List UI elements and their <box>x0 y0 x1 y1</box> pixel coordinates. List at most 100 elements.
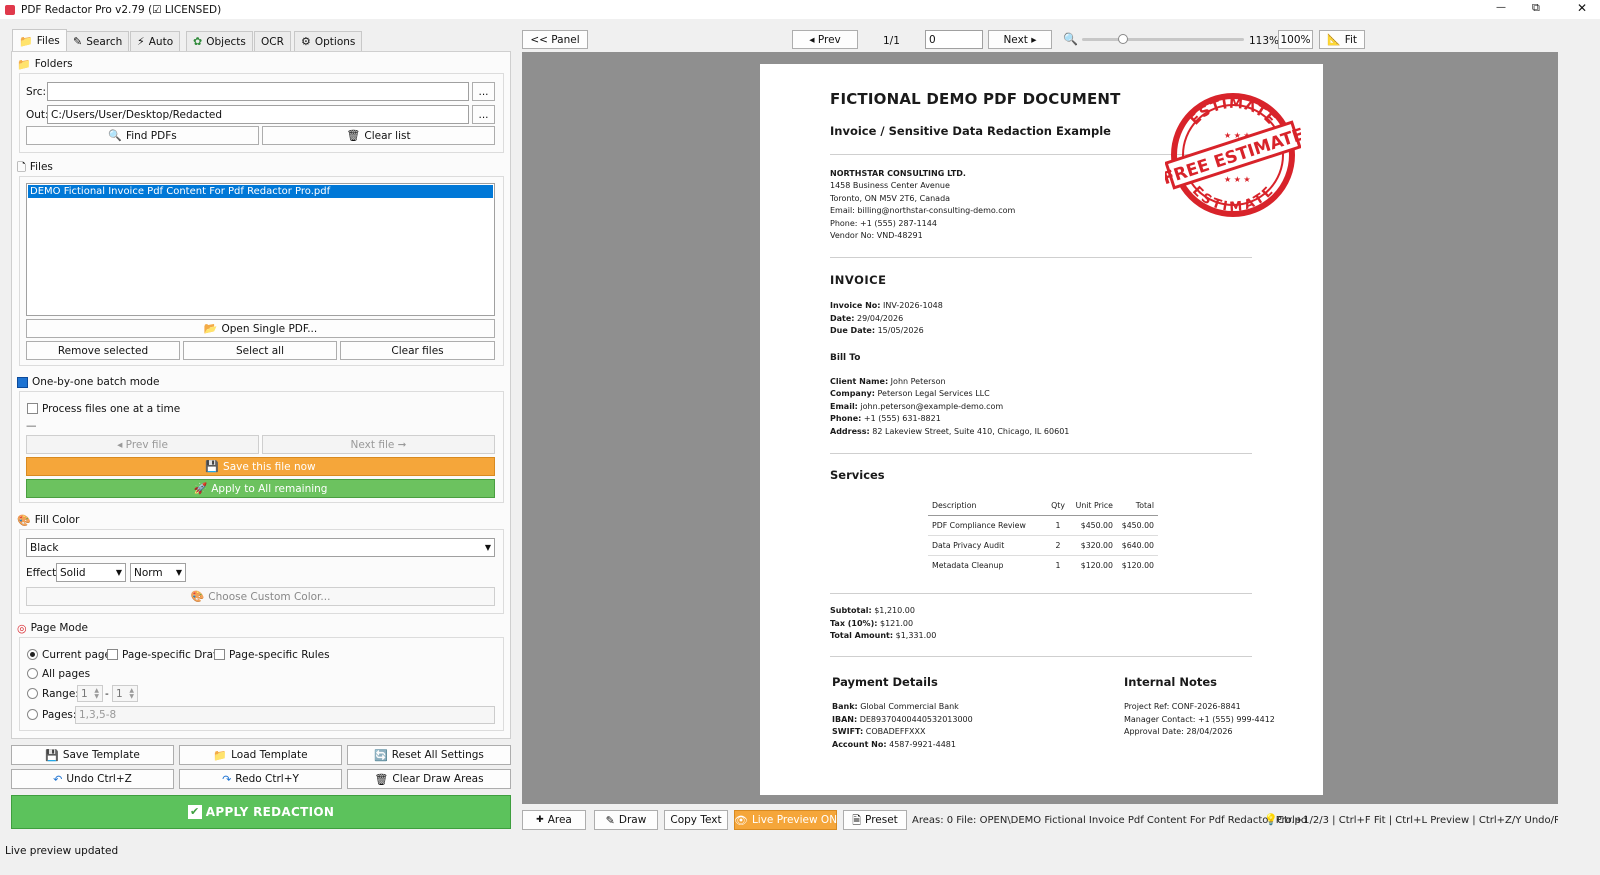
out-field[interactable]: C:/Users/User/Desktop/Redacted <box>47 105 469 124</box>
shapes-icon: ✿ <box>193 35 203 48</box>
select-all-button[interactable]: Select all <box>183 341 337 360</box>
range-from-spinner[interactable]: 1 ▲ ▼ <box>77 685 103 702</box>
open-single-pdf-button[interactable]: 📂 Open Single PDF... <box>26 319 495 338</box>
choose-custom-color-button[interactable]: 🎨 Choose Custom Color... <box>26 587 495 606</box>
batch-icon <box>17 376 28 388</box>
reset-icon: 🔄 <box>374 748 388 762</box>
files-list[interactable]: DEMO Fictional Invoice Pdf Content For P… <box>26 183 495 316</box>
close-button[interactable]: ✕ <box>1577 1 1587 15</box>
page-specific-draw-label: Page-specific Draw <box>122 649 222 661</box>
folder-icon: 📁 <box>19 34 33 48</box>
reset-all-settings-button[interactable]: 🔄 Reset All Settings <box>347 745 511 765</box>
tab-objects[interactable]: ✿ Objects <box>186 31 253 51</box>
all-pages-radio[interactable] <box>27 668 38 679</box>
pencil-icon: ✎ <box>73 35 83 48</box>
clear-files-button[interactable]: Clear files <box>340 341 495 360</box>
rocket-icon: 🚀 <box>193 482 208 495</box>
page-specific-rules-checkbox[interactable] <box>214 649 225 660</box>
document-icon: 🗎 <box>852 813 862 827</box>
norm-select[interactable]: Norm ▼ <box>130 563 186 582</box>
redo-button[interactable]: ↷ Redo Ctrl+Y <box>179 769 342 789</box>
find-pdfs-button[interactable]: 🔍 Find PDFs <box>26 126 259 145</box>
src-browse-button[interactable]: ... <box>472 82 495 101</box>
range-label: Range: <box>42 688 79 700</box>
files-section-title: 🗋 Files <box>17 160 53 174</box>
area-tool-button[interactable]: ✚ Area <box>522 810 586 830</box>
prev-page-button[interactable]: ◂ Prev <box>792 30 858 49</box>
remove-selected-button[interactable]: Remove selected <box>26 341 180 360</box>
services-heading: Services <box>830 468 885 482</box>
apply-all-remaining-button[interactable]: 🚀 Apply to All remaining <box>26 479 495 498</box>
preset-button[interactable]: 🗎 Preset <box>843 810 907 830</box>
fill-color-select[interactable]: Black ▼ <box>26 538 495 557</box>
out-browse-button[interactable]: ... <box>472 105 495 124</box>
zoom-slider-thumb[interactable] <box>1118 34 1129 44</box>
fit-icon: 📐 <box>1326 33 1341 46</box>
toggle-panel-button[interactable]: << Panel <box>522 30 588 49</box>
fit-button[interactable]: 📐 Fit <box>1319 30 1365 49</box>
palette-icon: 🎨 <box>17 513 31 527</box>
fill-color-section-title: 🎨 Fill Color <box>17 513 80 527</box>
table-header-row: Description Qty Unit Price Total <box>928 497 1158 515</box>
next-file-button[interactable]: Next file ➞ <box>262 435 495 454</box>
folders-section-title: 📁 Folders <box>17 57 73 71</box>
client-address: Address: 82 Lakeview Street, Suite 410, … <box>830 427 1070 436</box>
save-template-button[interactable]: 💾 Save Template <box>11 745 174 765</box>
page-number-input[interactable]: 0 <box>925 30 983 49</box>
live-preview-toggle[interactable]: 👁 Live Preview ON <box>734 810 837 830</box>
tab-files[interactable]: 📁 Files <box>12 29 67 52</box>
minimize-button[interactable]: — <box>1496 2 1506 13</box>
range-to-spinner[interactable]: 1 ▲ ▼ <box>112 685 138 702</box>
clear-draw-areas-button[interactable]: 🗑 Clear Draw Areas <box>347 769 511 789</box>
src-field[interactable] <box>47 82 469 101</box>
range-radio[interactable] <box>27 688 38 699</box>
estimate-stamp: ESTIMATE ESTIMATE ★ ★ ★ FREE ESTIMATE ★ … <box>1160 92 1307 218</box>
restore-button[interactable]: ⧉ <box>1532 1 1540 15</box>
gear-icon: ⚙ <box>301 35 311 48</box>
tab-auto[interactable]: ⚡ Auto <box>130 31 181 51</box>
notes-line: Approval Date: 28/04/2026 <box>1124 727 1233 736</box>
payment-bank: Bank: Global Commercial Bank <box>832 702 959 711</box>
load-template-button[interactable]: 📁 Load Template <box>179 745 342 765</box>
apply-redaction-button[interactable]: ✔ APPLY REDACTION <box>11 795 511 829</box>
file-info-text: Areas: 0 File: OPEN\DEMO Fictional Invoi… <box>912 815 1308 826</box>
current-page-radio[interactable] <box>27 649 38 660</box>
pages-input[interactable]: 1,3,5-8 <box>75 706 495 724</box>
doc-subtitle: Invoice / Sensitive Data Redaction Examp… <box>830 124 1111 138</box>
palette-icon: 🎨 <box>190 590 205 603</box>
effect-select[interactable]: Solid ▼ <box>56 563 126 582</box>
clear-list-button[interactable]: 🗑 Clear list <box>262 126 495 145</box>
pages-radio[interactable] <box>27 709 38 720</box>
draw-tool-button[interactable]: ✎ Draw <box>594 810 658 830</box>
folder-icon: 📁 <box>213 748 228 762</box>
folder-open-icon: 📂 <box>203 322 218 335</box>
page-indicator: 1/1 <box>883 35 900 47</box>
undo-button[interactable]: ↶ Undo Ctrl+Z <box>11 769 174 789</box>
page-specific-draw-checkbox[interactable] <box>107 649 118 660</box>
tab-ocr[interactable]: OCR <box>254 31 291 51</box>
tab-search[interactable]: ✎ Search <box>66 31 130 51</box>
divider <box>830 257 1252 258</box>
client-email: Email: john.peterson@example-demo.com <box>830 402 1004 411</box>
spinner-arrows-icon: ▲ ▼ <box>129 686 134 700</box>
subtotal: Subtotal: $1,210.00 <box>830 606 915 615</box>
column-header: Unit Price <box>1075 501 1113 511</box>
copy-text-button[interactable]: Copy Text <box>664 810 728 830</box>
zoom-slider[interactable] <box>1082 34 1244 44</box>
stamp-top-text: ESTIMATE <box>1187 96 1278 129</box>
next-page-button[interactable]: Next ▸ <box>988 30 1052 49</box>
search-icon: 🔍 <box>108 129 122 142</box>
column-header: Total <box>1135 501 1154 511</box>
notes-heading: Internal Notes <box>1124 675 1217 689</box>
app-icon <box>5 4 15 15</box>
prev-file-button[interactable]: ◂ Prev file <box>26 435 259 454</box>
invoice-due-date: Due Date: 15/05/2026 <box>830 326 924 335</box>
spinner-arrows-icon: ▲ ▼ <box>94 686 99 700</box>
list-item[interactable]: DEMO Fictional Invoice Pdf Content For P… <box>28 185 493 198</box>
tab-options[interactable]: ⚙ Options <box>294 31 363 51</box>
zoom-100-button[interactable]: 100% <box>1278 30 1313 49</box>
trash-icon: 🗑 <box>346 129 361 142</box>
save-file-now-button[interactable]: 💾 Save this file now <box>26 457 495 476</box>
process-one-at-a-time-checkbox[interactable] <box>27 403 38 414</box>
column-header: Description <box>932 501 977 511</box>
